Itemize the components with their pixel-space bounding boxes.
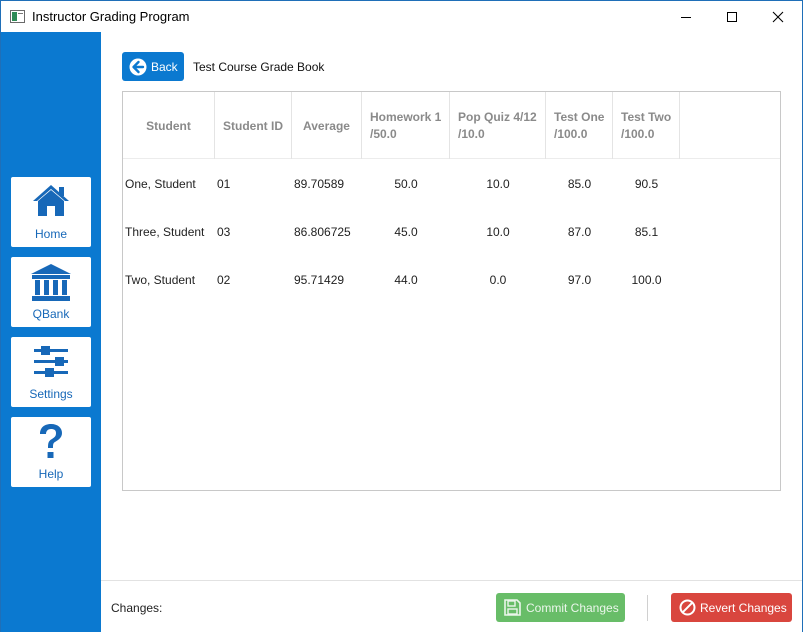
column-header[interactable]: Average <box>292 92 362 159</box>
page-title: Test Course Grade Book <box>193 60 325 74</box>
minimize-button[interactable] <box>663 1 709 32</box>
cell-pop-quiz[interactable]: 0.0 <box>450 256 546 304</box>
cell-homework-1[interactable]: 44.0 <box>362 256 450 304</box>
title-bar[interactable]: Instructor Grading Program <box>1 1 802 32</box>
arrow-left-icon <box>129 58 147 76</box>
column-header[interactable]: Test Two/100.0 <box>613 92 680 159</box>
cell-homework-1[interactable]: 45.0 <box>362 208 450 256</box>
back-label: Back <box>151 60 178 74</box>
table-header: Student Student ID Average Homework 1/50… <box>123 92 780 159</box>
main-content: Back Test Course Grade Book Student Stud… <box>101 32 802 580</box>
commit-label: Commit Changes <box>526 601 619 615</box>
column-header[interactable]: Pop Quiz 4/12/10.0 <box>450 92 546 159</box>
sidebar-item-qbank[interactable]: QBank <box>11 257 91 327</box>
window-title: Instructor Grading Program <box>32 9 190 24</box>
sidebar-item-label: Home <box>34 227 67 241</box>
close-button[interactable] <box>755 1 801 32</box>
sidebar-item-label: Help <box>38 467 64 481</box>
changes-label: Changes: <box>111 601 163 615</box>
sidebar-item-label: QBank <box>32 307 70 321</box>
sidebar-item-help[interactable]: Help <box>11 417 91 487</box>
sidebar-item-settings[interactable]: Settings <box>11 337 91 407</box>
column-header[interactable]: Homework 1/50.0 <box>362 92 450 159</box>
cancel-icon <box>679 599 696 616</box>
table-row[interactable]: Two, Student 02 95.71429 44.0 0.0 97.0 1… <box>123 256 780 304</box>
table-row[interactable]: Three, Student 03 86.806725 45.0 10.0 87… <box>123 208 780 256</box>
maximize-button[interactable] <box>709 1 755 32</box>
sidebar: Home QBank Settings Help <box>1 32 101 632</box>
commit-changes-button[interactable]: Commit Changes <box>496 593 625 622</box>
column-header[interactable]: Test One/100.0 <box>546 92 613 159</box>
cell-average: 95.71429 <box>294 273 345 287</box>
sliders-icon <box>11 343 91 379</box>
maximize-icon <box>727 11 737 22</box>
close-icon <box>772 11 784 22</box>
cell-student: Three, Student <box>125 225 205 239</box>
cell-test-one[interactable]: 87.0 <box>546 208 613 256</box>
cell-student: Two, Student <box>125 273 196 287</box>
cell-test-two[interactable]: 85.1 <box>613 208 680 256</box>
sidebar-item-home[interactable]: Home <box>11 177 91 247</box>
cell-test-two[interactable]: 100.0 <box>613 256 680 304</box>
cell-average: 86.806725 <box>294 225 351 239</box>
cell-homework-1[interactable]: 50.0 <box>362 160 450 208</box>
cell-test-one[interactable]: 97.0 <box>546 256 613 304</box>
question-icon <box>11 423 91 459</box>
cell-test-two[interactable]: 90.5 <box>613 160 680 208</box>
table-row[interactable]: One, Student 01 89.70589 50.0 10.0 85.0 … <box>123 160 780 208</box>
home-icon <box>11 183 91 219</box>
save-icon <box>504 599 521 616</box>
revert-changes-button[interactable]: Revert Changes <box>671 593 792 622</box>
app-icon <box>10 10 25 23</box>
cell-average: 89.70589 <box>294 177 345 191</box>
app-window: Instructor Grading Program Home QBank Se… <box>0 0 803 632</box>
cell-student-id: 02 <box>217 273 231 287</box>
cell-student: One, Student <box>125 177 196 191</box>
revert-label: Revert Changes <box>700 601 787 615</box>
cell-student-id: 01 <box>217 177 231 191</box>
bank-icon <box>11 263 91 301</box>
column-header[interactable]: Student <box>123 92 215 159</box>
cell-pop-quiz[interactable]: 10.0 <box>450 160 546 208</box>
minimize-icon <box>681 16 691 18</box>
cell-test-one[interactable]: 85.0 <box>546 160 613 208</box>
column-header[interactable]: Student ID <box>215 92 292 159</box>
back-button[interactable]: Back <box>122 52 184 81</box>
divider <box>647 595 648 621</box>
footer-bar: Changes: Commit Changes Revert Changes <box>101 580 802 632</box>
grade-table[interactable]: Student Student ID Average Homework 1/50… <box>122 91 781 491</box>
sidebar-item-label: Settings <box>29 387 73 401</box>
cell-student-id: 03 <box>217 225 231 239</box>
cell-pop-quiz[interactable]: 10.0 <box>450 208 546 256</box>
